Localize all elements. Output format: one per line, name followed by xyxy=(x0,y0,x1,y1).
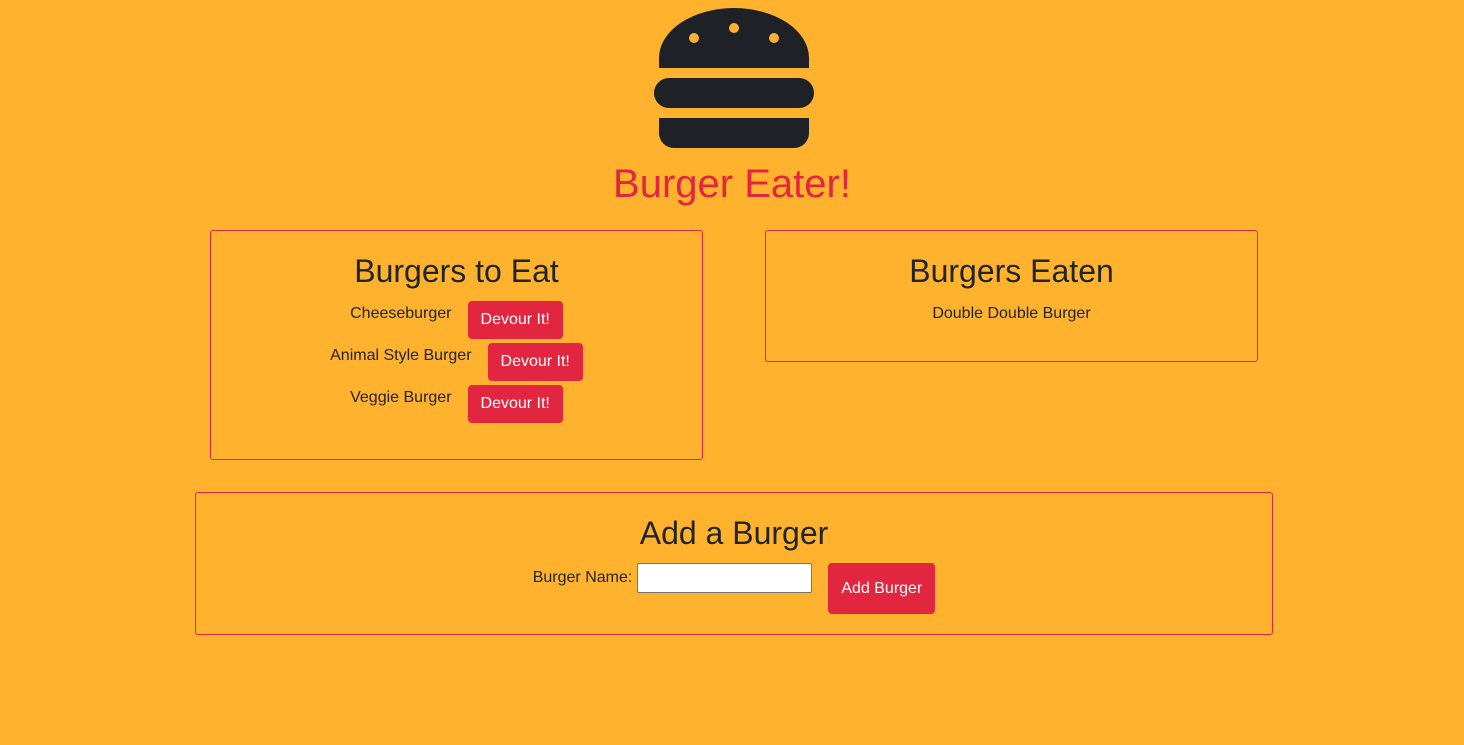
add-burger-form: Burger Name: Add Burger xyxy=(196,563,1272,614)
devour-button[interactable]: Devour It! xyxy=(467,301,563,339)
burger-name: Animal Style Burger xyxy=(330,347,472,364)
burger-bottom-bun xyxy=(659,118,809,148)
burger-name: Veggie Burger xyxy=(350,389,452,406)
burgers-to-eat-list: Cheeseburger Devour It! Animal Style Bur… xyxy=(211,301,702,427)
sesame-seed xyxy=(769,33,779,43)
burgers-eaten-list: Double Double Burger xyxy=(766,301,1257,326)
add-burger-heading: Add a Burger xyxy=(639,515,829,551)
burger-name-label: Burger Name: xyxy=(532,569,633,586)
sesame-seed xyxy=(729,23,739,33)
app-title: Burger Eater! xyxy=(613,162,851,206)
burger-patty xyxy=(654,78,814,108)
burger-name-input[interactable] xyxy=(637,563,813,593)
list-item: Double Double Burger xyxy=(932,305,1091,322)
devour-button[interactable]: Devour It! xyxy=(487,343,583,381)
devour-button[interactable]: Devour It! xyxy=(467,385,563,423)
burgers-to-eat-panel: Burgers to Eat Cheeseburger Devour It! A… xyxy=(210,230,703,460)
list-item: Veggie Burger Devour It! xyxy=(211,385,702,427)
burger-icon xyxy=(654,8,814,148)
burger-name: Cheeseburger xyxy=(350,305,452,322)
add-burger-panel: Add a Burger Burger Name: Add Burger xyxy=(195,492,1273,635)
burgers-eaten-heading: Burgers Eaten xyxy=(909,253,1114,289)
burgers-to-eat-heading: Burgers to Eat xyxy=(354,253,559,289)
burger-top-bun xyxy=(659,8,809,68)
list-item: Animal Style Burger Devour It! xyxy=(211,343,702,385)
sesame-seed xyxy=(689,33,699,43)
add-burger-button[interactable]: Add Burger xyxy=(828,563,936,614)
list-item: Cheeseburger Devour It! xyxy=(211,301,702,343)
page: Burger Eater! Burgers to Eat Cheeseburge… xyxy=(0,0,1464,745)
burgers-eaten-panel: Burgers Eaten Double Double Burger xyxy=(765,230,1258,362)
